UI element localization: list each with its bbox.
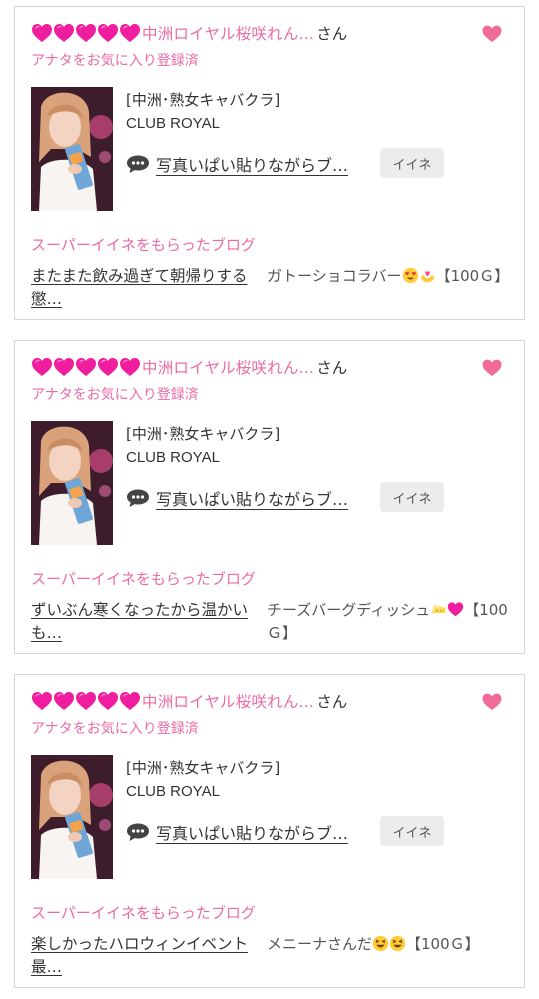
- like-button[interactable]: イイネ: [380, 482, 444, 512]
- latest-blog: 写真いぱい貼りながらブ…: [126, 152, 348, 176]
- user-name-link[interactable]: 中洲ロイヤル桜咲れん…: [142, 356, 314, 378]
- blog-title-link[interactable]: 写真いぱい貼りながらブ…: [156, 486, 348, 510]
- speech-bubble-icon: [127, 489, 149, 507]
- favorite-status-text: アナタをお気に入り登録済: [31, 721, 199, 737]
- honorific: さん: [316, 359, 348, 377]
- profile-photo[interactable]: [31, 87, 113, 211]
- shop-name: CLUB ROYAL: [126, 783, 220, 800]
- heart-eyes-icon: [402, 267, 419, 284]
- profile-photo[interactable]: [31, 421, 113, 545]
- super-like-label: スーパーイイネをもらったブログ: [31, 904, 256, 922]
- favorite-card: 中洲ロイヤル桜咲れん… さん アナタをお気に入り登録済 [中洲･熟女キャバクラ]: [14, 6, 525, 320]
- heart-icon: [119, 22, 141, 44]
- favorite-heart-icon[interactable]: [482, 693, 502, 711]
- like-button[interactable]: イイネ: [380, 148, 444, 178]
- user-name-link[interactable]: 中洲ロイヤル桜咲れん…: [142, 22, 314, 44]
- honorific: さん: [316, 25, 348, 43]
- shop-category: [中洲･熟女キャバクラ]: [126, 425, 281, 443]
- super-like-label: スーパーイイネをもらったブログ: [31, 236, 256, 254]
- heart-icon: [75, 356, 97, 378]
- gift-points: 【100Ｇ】: [406, 935, 480, 953]
- purple-heart-icon: [447, 601, 464, 618]
- hearts-rating: [31, 356, 141, 378]
- heart-icon: [97, 356, 119, 378]
- speech-bubble-icon: [127, 823, 149, 841]
- latest-blog: 写真いぱい貼りながらブ…: [126, 486, 348, 510]
- favorite-heart-icon[interactable]: [482, 359, 502, 377]
- super-like-entry: ずいぶん寒くなったから温かいも… チーズバーグディッシュ 【100Ｇ】: [31, 599, 511, 647]
- like-button[interactable]: イイネ: [380, 816, 444, 846]
- gift-text: チーズバーグディッシュ: [267, 601, 431, 619]
- heart-icon: [53, 690, 75, 712]
- hearts-rating: [31, 22, 141, 44]
- gift-text: メニーナさんだ: [267, 935, 373, 953]
- super-like-blog-link[interactable]: ずいぶん寒くなったから温かいも…: [31, 599, 263, 645]
- laughing-face-icon: [389, 935, 406, 952]
- heart-icon: [31, 22, 53, 44]
- gift-emojis: [402, 267, 436, 285]
- heart-icon: [53, 22, 75, 44]
- hands-heart-icon: [419, 267, 436, 284]
- heart-icon: [31, 690, 53, 712]
- heart-icon: [119, 356, 141, 378]
- user-name-link[interactable]: 中洲ロイヤル桜咲れん…: [142, 690, 314, 712]
- honorific: さん: [316, 693, 348, 711]
- card-header: 中洲ロイヤル桜咲れん… さん: [31, 21, 347, 45]
- gift-info: ガトーショコラバー 【100Ｇ】: [267, 265, 511, 288]
- shop-name: CLUB ROYAL: [126, 449, 220, 466]
- favorite-notification-list: 中洲ロイヤル桜咲れん… さん アナタをお気に入り登録済 [中洲･熟女キャバクラ]: [0, 0, 539, 999]
- super-like-label: スーパーイイネをもらったブログ: [31, 570, 256, 588]
- heart-icon: [119, 690, 141, 712]
- hearts-rating: [31, 690, 141, 712]
- gift-info: メニーナさんだ 【100Ｇ】: [267, 933, 511, 956]
- shop-category: [中洲･熟女キャバクラ]: [126, 759, 281, 777]
- super-like-blog-link[interactable]: またまた飲み過ぎて朝帰りする懲…: [31, 265, 263, 311]
- gift-info: チーズバーグディッシュ 【100Ｇ】: [267, 599, 511, 645]
- favorite-status-text: アナタをお気に入り登録済: [31, 387, 199, 403]
- shop-category: [中洲･熟女キャバクラ]: [126, 91, 281, 109]
- heart-icon: [75, 22, 97, 44]
- favorite-status-text: アナタをお気に入り登録済: [31, 53, 199, 69]
- heart-icon: [97, 690, 119, 712]
- latest-blog: 写真いぱい貼りながらブ…: [126, 820, 348, 844]
- gift-points: 【100Ｇ】: [435, 267, 510, 285]
- heart-icon: [31, 356, 53, 378]
- blog-title-link[interactable]: 写真いぱい貼りながらブ…: [156, 820, 348, 844]
- gift-text: ガトーショコラバー: [267, 267, 402, 285]
- cheese-icon: [430, 601, 447, 618]
- heart-icon: [97, 22, 119, 44]
- gift-emojis: [430, 601, 464, 619]
- super-like-blog-link[interactable]: 楽しかったハロウィンイベント最…: [31, 933, 263, 979]
- shop-name: CLUB ROYAL: [126, 115, 220, 132]
- super-like-entry: またまた飲み過ぎて朝帰りする懲… ガトーショコラバー 【100Ｇ】: [31, 265, 511, 313]
- speech-bubble-icon: [127, 155, 149, 173]
- blog-title-link[interactable]: 写真いぱい貼りながらブ…: [156, 152, 348, 176]
- favorite-card: 中洲ロイヤル桜咲れん… さん アナタをお気に入り登録済 [中洲･熟女キャバクラ]: [14, 674, 525, 988]
- card-header: 中洲ロイヤル桜咲れん… さん: [31, 355, 347, 379]
- heart-icon: [75, 690, 97, 712]
- card-header: 中洲ロイヤル桜咲れん… さん: [31, 689, 347, 713]
- favorite-card: 中洲ロイヤル桜咲れん… さん アナタをお気に入り登録済 [中洲･熟女キャバクラ]: [14, 340, 525, 654]
- heart-icon: [53, 356, 75, 378]
- favorite-heart-icon[interactable]: [482, 25, 502, 43]
- profile-photo[interactable]: [31, 755, 113, 879]
- gift-emojis: [372, 935, 406, 953]
- laughing-face-icon: [372, 935, 389, 952]
- super-like-entry: 楽しかったハロウィンイベント最… メニーナさんだ 【100Ｇ】: [31, 933, 511, 981]
